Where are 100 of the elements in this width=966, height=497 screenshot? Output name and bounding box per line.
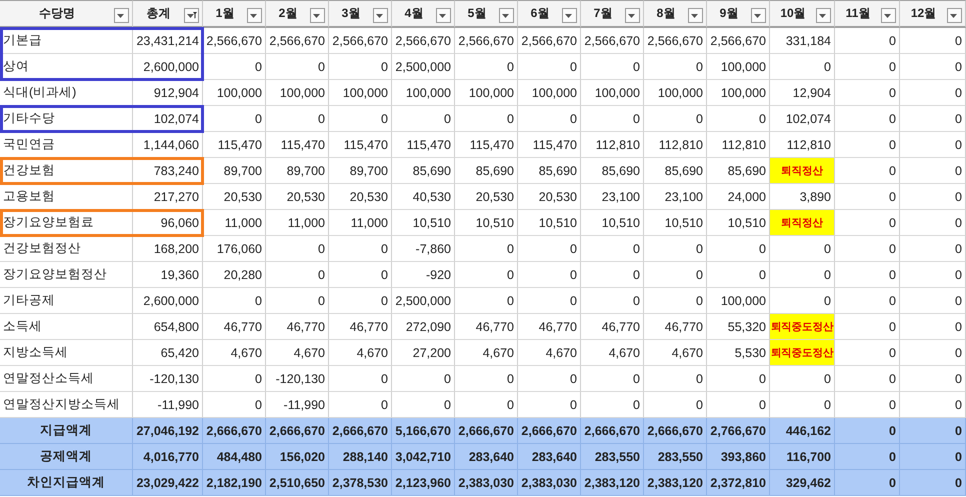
column-header[interactable]: 10월 xyxy=(770,0,835,28)
month-cell: 0 xyxy=(900,106,966,132)
filter-dropdown-button[interactable] xyxy=(310,8,325,23)
month-cell: 11,000 xyxy=(203,210,266,236)
month-cell: 331,184 xyxy=(770,28,835,54)
month-cell: 112,810 xyxy=(770,132,835,158)
column-header[interactable]: 6월 xyxy=(518,0,581,28)
filter-dropdown-button[interactable] xyxy=(184,8,199,23)
column-header[interactable]: 3월 xyxy=(329,0,392,28)
month-cell: 4,670 xyxy=(518,340,581,366)
caret-icon xyxy=(564,11,575,20)
month-cell: 0 xyxy=(203,106,266,132)
month-cell: 0 xyxy=(581,106,644,132)
month-cell: 115,470 xyxy=(518,132,581,158)
month-cell: 2,566,670 xyxy=(266,28,329,54)
column-header[interactable]: 7월 xyxy=(581,0,644,28)
month-cell: 0 xyxy=(455,54,518,80)
month-cell: 115,470 xyxy=(455,132,518,158)
total-cell: 27,046,192 xyxy=(133,418,203,444)
filter-dropdown-button[interactable] xyxy=(881,8,896,23)
note-cell: 퇴직정산 xyxy=(770,210,835,236)
month-cell: 12,904 xyxy=(770,80,835,106)
caret-icon xyxy=(818,11,829,20)
total-cell: 168,200 xyxy=(133,236,203,262)
month-cell: 0 xyxy=(835,54,900,80)
item-name-cell: 기본급 xyxy=(0,28,133,54)
month-cell: 0 xyxy=(835,392,900,418)
month-cell: 0 xyxy=(455,106,518,132)
month-cell: 0 xyxy=(329,262,392,288)
month-cell: 10,510 xyxy=(455,210,518,236)
filter-dropdown-button[interactable] xyxy=(751,8,766,23)
month-cell: 102,074 xyxy=(770,106,835,132)
filter-dropdown-button[interactable] xyxy=(373,8,388,23)
column-header[interactable]: 4월 xyxy=(392,0,455,28)
month-cell: 0 xyxy=(644,106,707,132)
total-label-cell: 공제액계 xyxy=(0,444,133,470)
month-cell: 2,566,670 xyxy=(455,28,518,54)
filter-dropdown-button[interactable] xyxy=(688,8,703,23)
month-cell: 0 xyxy=(581,288,644,314)
column-header[interactable]: 9월 xyxy=(707,0,770,28)
caret-icon xyxy=(438,11,449,20)
column-header[interactable]: 총계 xyxy=(133,0,203,28)
month-cell: 2,566,670 xyxy=(581,28,644,54)
month-cell: 85,690 xyxy=(644,158,707,184)
month-cell: 46,770 xyxy=(329,314,392,340)
filter-dropdown-button[interactable] xyxy=(247,8,262,23)
month-cell: 0 xyxy=(835,366,900,392)
column-header[interactable]: 5월 xyxy=(455,0,518,28)
month-cell: 0 xyxy=(835,314,900,340)
total-cell: 23,029,422 xyxy=(133,470,203,496)
month-cell: 2,123,960 xyxy=(392,470,455,496)
column-header[interactable]: 2월 xyxy=(266,0,329,28)
month-cell: 85,690 xyxy=(581,158,644,184)
column-header[interactable]: 12월 xyxy=(900,0,966,28)
month-cell: 2,383,120 xyxy=(581,470,644,496)
filter-dropdown-button[interactable] xyxy=(816,8,831,23)
column-header[interactable]: 1월 xyxy=(203,0,266,28)
month-cell: 0 xyxy=(455,288,518,314)
month-cell: 100,000 xyxy=(707,80,770,106)
month-cell: 0 xyxy=(835,184,900,210)
month-cell: 283,550 xyxy=(644,444,707,470)
filter-dropdown-button[interactable] xyxy=(625,8,640,23)
month-cell: 46,770 xyxy=(644,314,707,340)
column-header[interactable]: 11월 xyxy=(835,0,900,28)
column-header[interactable]: 8월 xyxy=(644,0,707,28)
month-cell: 0 xyxy=(835,418,900,444)
month-cell: 0 xyxy=(835,262,900,288)
month-cell: 0 xyxy=(266,106,329,132)
month-cell: 20,280 xyxy=(203,262,266,288)
filter-dropdown-button[interactable] xyxy=(947,8,962,23)
caret-icon xyxy=(690,11,701,20)
month-cell: 0 xyxy=(835,80,900,106)
month-cell: 0 xyxy=(518,106,581,132)
item-name-cell: 연말정산지방소득세 xyxy=(0,392,133,418)
note-cell: 퇴직중도정산 xyxy=(770,340,835,366)
month-cell: 115,470 xyxy=(203,132,266,158)
month-cell: 2,383,030 xyxy=(518,470,581,496)
month-cell: 0 xyxy=(900,470,966,496)
month-cell: 283,640 xyxy=(518,444,581,470)
item-name-cell: 기타공제 xyxy=(0,288,133,314)
filter-dropdown-button[interactable] xyxy=(114,8,129,23)
column-header[interactable]: 수당명 xyxy=(0,0,133,28)
month-cell: 2,566,670 xyxy=(518,28,581,54)
month-cell: 4,670 xyxy=(644,340,707,366)
month-cell: 20,530 xyxy=(203,184,266,210)
caret-icon xyxy=(375,11,386,20)
month-cell: 0 xyxy=(835,28,900,54)
filter-dropdown-button[interactable] xyxy=(499,8,514,23)
month-cell: 0 xyxy=(770,262,835,288)
month-cell: 11,000 xyxy=(266,210,329,236)
month-cell: 283,550 xyxy=(581,444,644,470)
month-cell: -11,990 xyxy=(266,392,329,418)
month-cell: 0 xyxy=(835,470,900,496)
month-cell: 283,640 xyxy=(455,444,518,470)
month-cell: 2,666,670 xyxy=(266,418,329,444)
filter-dropdown-button[interactable] xyxy=(436,8,451,23)
month-cell: 2,372,810 xyxy=(707,470,770,496)
caret-icon xyxy=(753,11,764,20)
filter-dropdown-button[interactable] xyxy=(562,8,577,23)
month-cell: 4,670 xyxy=(581,340,644,366)
